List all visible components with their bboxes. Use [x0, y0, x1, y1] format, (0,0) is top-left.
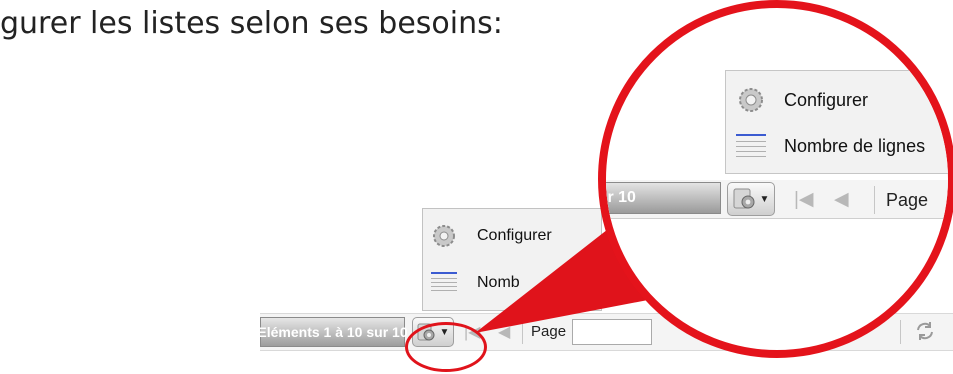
list-settings-button[interactable]: ▼: [727, 182, 775, 216]
previous-page-icon[interactable]: ◀: [834, 188, 849, 211]
status-bar: ir 10: [603, 182, 721, 214]
magnifier-content: Configurer Nombre de lignes ir 10 ▼ |◀ ◀…: [603, 8, 948, 350]
status-text: Eléments 1 à 10 sur 10: [257, 324, 408, 340]
status-bar: Eléments 1 à 10 sur 10: [257, 317, 408, 347]
caption-text: gurer les listes selon ses besoins:: [0, 6, 503, 41]
separator: [874, 186, 875, 214]
menu-item-configure[interactable]: Configurer: [431, 223, 552, 249]
settings-menu: Configurer Nomb: [422, 208, 602, 311]
chevron-down-icon: ▼: [759, 193, 770, 205]
menu-item-configure[interactable]: Configurer: [736, 85, 868, 115]
magnifier: Configurer Nombre de lignes ir 10 ▼ |◀ ◀…: [598, 0, 953, 358]
previous-page-icon[interactable]: ◀: [498, 322, 510, 342]
menu-item-label: Nombre de lignes: [784, 135, 926, 156]
menu-item-label: Configurer: [784, 89, 869, 110]
separator: [522, 320, 523, 344]
gear-icon: [433, 225, 455, 247]
page-label: Page: [531, 323, 567, 340]
menu-item-label: Nomb: [477, 274, 520, 291]
gear-icon: [739, 88, 763, 112]
list-lines-icon: [736, 134, 766, 157]
first-page-icon[interactable]: |◀: [794, 188, 814, 211]
menu-item-rows[interactable]: Nombre de lignes: [736, 133, 925, 159]
magnified-settings-menu: Configurer Nombre de lignes: [725, 70, 948, 174]
list-lines-icon: [431, 272, 457, 291]
magnified-pager-toolbar: ir 10 ▼ |◀ ◀ Page: [603, 180, 948, 219]
menu-item-rows[interactable]: Nomb: [431, 271, 520, 295]
highlight-ring: [405, 322, 487, 372]
gear-icon: [733, 188, 755, 209]
status-text: ir 10: [603, 189, 636, 206]
page-label: Page: [886, 190, 929, 210]
menu-item-label: Configurer: [477, 227, 552, 244]
